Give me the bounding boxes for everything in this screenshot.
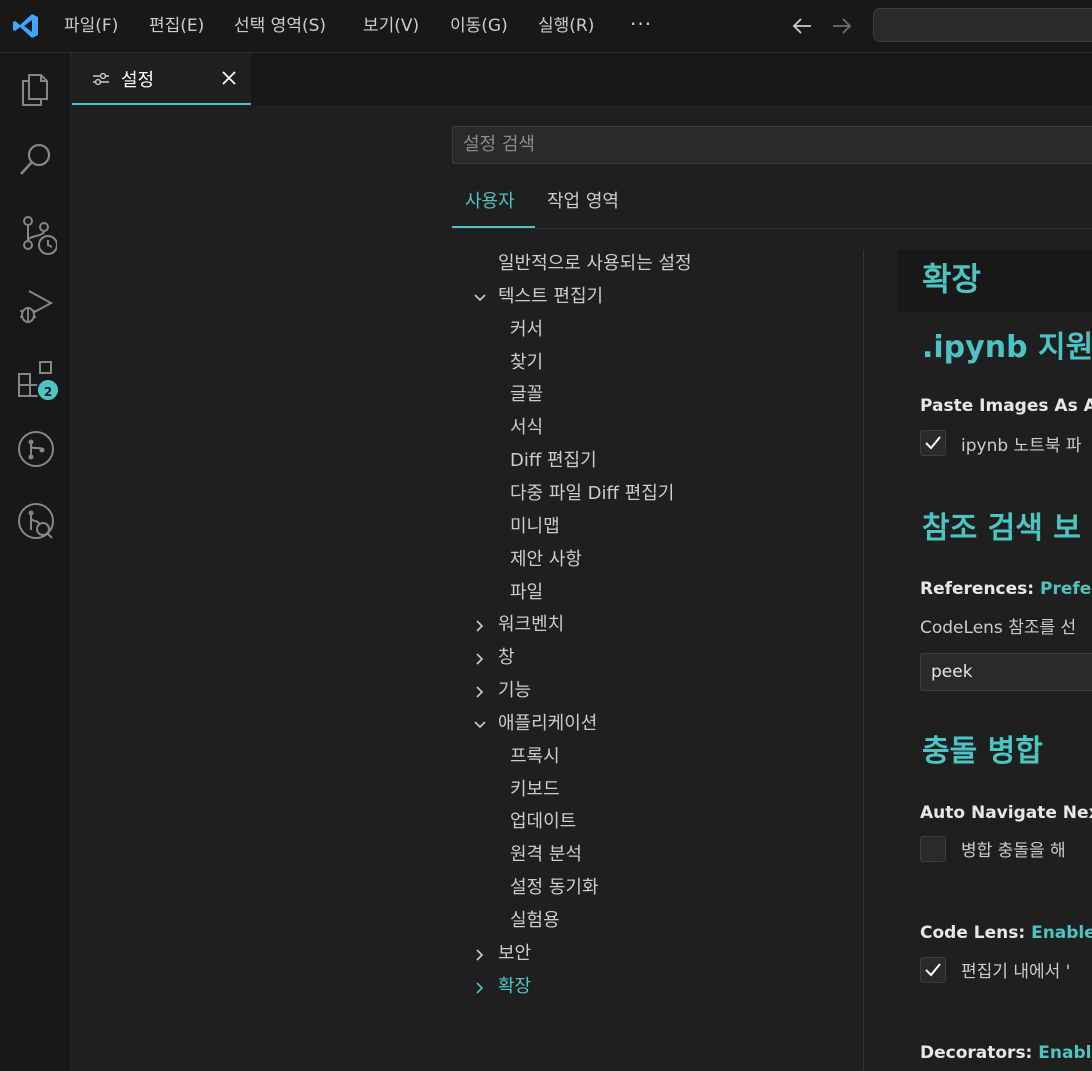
checkbox-paste-images[interactable] — [920, 430, 946, 456]
setting-label-references: References: Preferre — [920, 579, 1092, 599]
menu-file[interactable]: 파일(F) — [64, 13, 118, 39]
toc-item[interactable]: 글꼴 — [510, 383, 543, 407]
checkbox-text-paste-images: ipynb 노트북 파 — [961, 436, 1082, 456]
chevron-right-icon[interactable] — [473, 685, 487, 699]
toc-item[interactable]: 텍스트 편집기 — [498, 285, 603, 309]
run-debug-icon[interactable] — [15, 285, 57, 327]
toc-item[interactable]: 실험용 — [510, 909, 560, 933]
toc-sash[interactable] — [863, 250, 864, 1071]
chevron-down-icon[interactable] — [473, 291, 487, 305]
toc-item[interactable]: 다중 파일 Diff 편집기 — [510, 482, 674, 506]
toc-item[interactable]: 미니맵 — [510, 515, 560, 539]
setting-label-decorators: Decorators: Enabled — [920, 1043, 1092, 1063]
settings-sliders-icon — [93, 72, 109, 86]
setting-label-prefix: Decorators: — [920, 1043, 1033, 1063]
toc-item[interactable]: 애플리케이션 — [498, 712, 597, 736]
setting-label-value: Enabled — [1031, 923, 1092, 943]
menu-run[interactable]: 실행(R) — [538, 13, 594, 39]
back-arrow-icon[interactable] — [791, 16, 813, 36]
git-history-icon[interactable] — [15, 500, 57, 542]
toc-item[interactable]: 키보드 — [510, 778, 560, 802]
checkbox-auto-navigate[interactable] — [920, 836, 946, 862]
toc-item[interactable]: Diff 편집기 — [510, 449, 597, 473]
setting-label-code-lens: Code Lens: Enabled — [920, 923, 1092, 943]
toc-item[interactable]: 업데이트 — [510, 810, 576, 834]
menu-go[interactable]: 이동(G) — [450, 13, 508, 39]
toc-item[interactable]: 창 — [498, 646, 515, 670]
setting-label-value: Enabled — [1038, 1043, 1092, 1063]
check-icon — [925, 436, 941, 450]
setting-label-auto-navigate: Auto Navigate Next — [920, 803, 1092, 823]
toc-item[interactable]: 원격 분석 — [510, 843, 582, 867]
search-icon[interactable] — [15, 139, 57, 181]
chevron-down-icon[interactable] — [473, 718, 487, 732]
editor-tab-bar: 설정 — [72, 53, 1092, 105]
settings-tab-title: 설정 — [121, 70, 155, 91]
menu-view[interactable]: 보기(V) — [363, 13, 419, 39]
chevron-right-icon[interactable] — [473, 652, 487, 666]
title-bar: 파일(F) 편집(E) 선택 영역(S) 보기(V) 이동(G) 실행(R) ·… — [0, 0, 1092, 53]
toc-item[interactable]: 보안 — [498, 942, 531, 966]
settings-search-input[interactable]: 설정 검색 — [452, 126, 1092, 164]
toc-item[interactable]: 일반적으로 사용되는 설정 — [498, 252, 692, 276]
checkbox-code-lens[interactable] — [920, 957, 946, 983]
extensions-badge: 2 — [36, 378, 60, 402]
toc-item[interactable]: 워크벤치 — [498, 613, 564, 637]
checkbox-text-code-lens: 편집기 내에서 ' — [961, 962, 1071, 982]
source-control-icon[interactable] — [15, 213, 58, 255]
menu-edit[interactable]: 편집(E) — [149, 13, 204, 39]
toc-item[interactable]: 기능 — [498, 679, 531, 703]
setting-label-value: Preferre — [1040, 579, 1092, 599]
explorer-icon[interactable] — [15, 67, 57, 109]
tab-user[interactable]: 사용자 — [465, 189, 515, 215]
menu-selection[interactable]: 선택 영역(S) — [234, 13, 326, 39]
check-icon — [925, 963, 941, 977]
toc-item[interactable]: 프록시 — [510, 745, 560, 769]
toc-item[interactable]: 서식 — [510, 416, 543, 440]
setting-label-prefix: References: — [920, 579, 1035, 599]
toc-item[interactable]: 커서 — [510, 318, 543, 342]
tab-workspace[interactable]: 작업 영역 — [547, 189, 619, 215]
activity-bar: 2 — [0, 53, 71, 1071]
close-icon[interactable] — [220, 69, 238, 87]
more-menu-button[interactable]: ··· — [630, 12, 652, 36]
git-graph-icon[interactable] — [15, 428, 57, 470]
chevron-right-icon[interactable] — [473, 981, 487, 995]
group-title: 확장 — [922, 260, 981, 298]
section-title-references: 참조 검색 보 — [922, 511, 1081, 546]
toc-item[interactable]: 설정 동기화 — [510, 876, 599, 900]
settings-tab[interactable]: 설정 — [72, 53, 251, 105]
toc-item[interactable]: 파일 — [510, 581, 543, 605]
setting-label-prefix: Code Lens: — [920, 923, 1026, 943]
setting-desc-references: CodeLens 참조를 선 — [920, 618, 1077, 638]
chevron-right-icon[interactable] — [473, 619, 487, 633]
checkbox-text-auto-navigate: 병합 충돌을 해 — [961, 841, 1066, 861]
toc-item[interactable]: 확장 — [498, 975, 531, 999]
section-title-merge: 충돌 병합 — [922, 734, 1043, 769]
scope-divider — [452, 228, 1092, 229]
setting-label-paste-images: Paste Images As Att — [920, 396, 1092, 416]
toc-item[interactable]: 찾기 — [510, 351, 543, 375]
section-title-ipynb: .ipynb 지원 — [922, 330, 1092, 365]
command-center[interactable] — [873, 8, 1092, 42]
forward-arrow-icon[interactable] — [831, 16, 853, 36]
toc-item[interactable]: 제안 사항 — [510, 548, 582, 572]
vscode-logo-icon — [13, 14, 38, 38]
chevron-right-icon[interactable] — [473, 948, 487, 962]
references-dropdown[interactable]: peek — [920, 653, 1092, 691]
